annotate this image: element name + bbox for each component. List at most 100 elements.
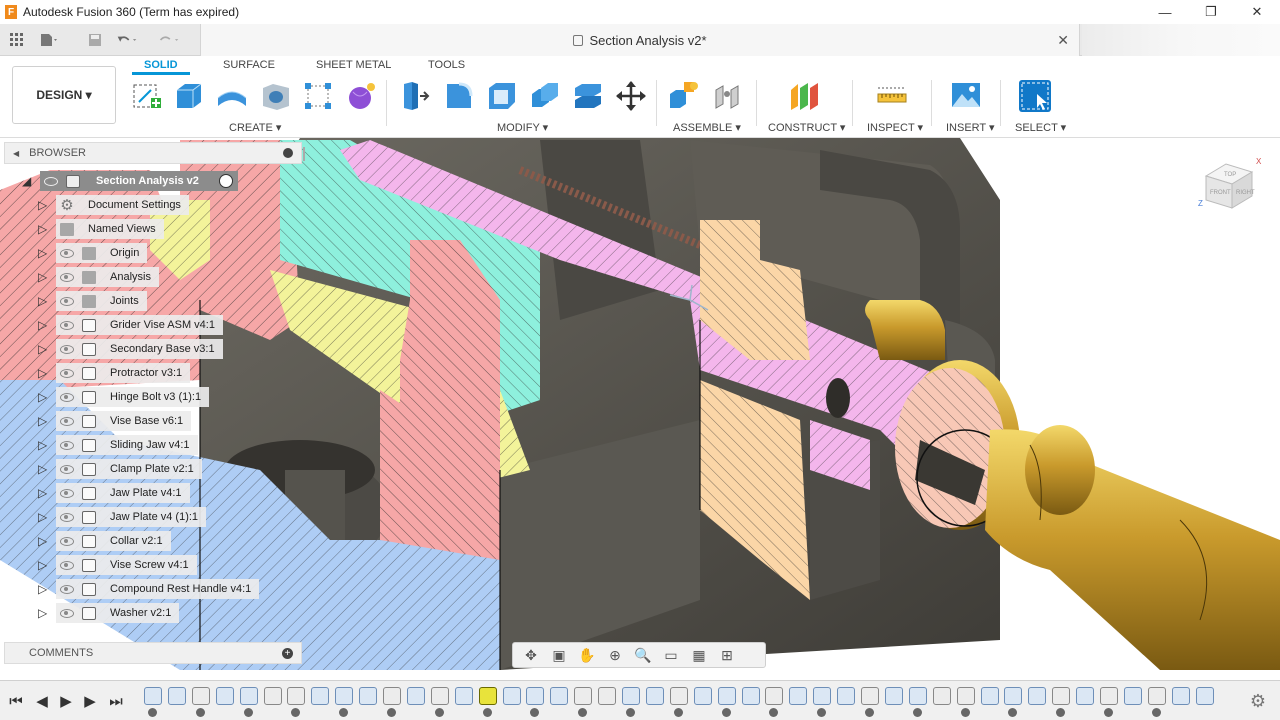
expand-arrow-icon[interactable]: ▷	[38, 606, 48, 620]
visibility-eye-icon[interactable]	[60, 584, 74, 594]
zoom-icon[interactable]: ⊕	[601, 645, 629, 665]
hole-icon[interactable]	[259, 80, 291, 112]
tree-node[interactable]: Collar v2:1	[56, 531, 171, 551]
tree-node[interactable]: ⚙ Document Settings	[56, 195, 189, 215]
tree-node[interactable]: Sliding Jaw v4:1	[56, 435, 198, 455]
expand-arrow-icon[interactable]: ▷	[38, 462, 48, 476]
timeline-feature-icon[interactable]	[741, 687, 760, 705]
timeline-feature-icon[interactable]	[574, 687, 593, 705]
visibility-eye-icon[interactable]	[60, 608, 74, 618]
pan-icon[interactable]: ✋	[573, 645, 601, 665]
expand-arrow-icon[interactable]: ▷	[38, 294, 48, 308]
expand-arrow-icon[interactable]: ▷	[38, 438, 48, 452]
insert-menu[interactable]: INSERT ▾	[946, 121, 995, 134]
timeline-feature-icon[interactable]	[383, 687, 401, 705]
timeline-feature-icon[interactable]	[454, 687, 473, 705]
timeline-feature-icon[interactable]	[239, 687, 258, 705]
tree-node[interactable]: Jaw Plate v4:1	[56, 483, 190, 503]
tree-node[interactable]: Compound Rest Handle v4:1	[56, 579, 260, 599]
fillet-icon[interactable]	[443, 80, 475, 112]
timeline-feature-icon[interactable]	[430, 687, 449, 705]
timeline-feature-icon[interactable]	[645, 687, 664, 705]
revolve-icon[interactable]	[216, 80, 248, 112]
timeline-next-button[interactable]: ▶	[80, 691, 100, 711]
inspect-menu[interactable]: INSPECT ▾	[867, 121, 923, 134]
visibility-eye-icon[interactable]	[60, 320, 74, 330]
timeline-feature-icon[interactable]	[932, 687, 951, 705]
collapse-browser-icon[interactable]	[283, 148, 293, 158]
expand-arrow-icon[interactable]: ▷	[38, 246, 48, 260]
visibility-eye-icon[interactable]	[60, 344, 74, 354]
timeline-feature-icon[interactable]	[1028, 687, 1047, 705]
visibility-eye-icon[interactable]	[60, 368, 74, 378]
timeline-feature-icon[interactable]	[980, 687, 999, 705]
timeline-feature-icon[interactable]	[167, 687, 186, 705]
expand-arrow-icon[interactable]: ▷	[38, 390, 48, 404]
timeline-feature-icon[interactable]	[1147, 687, 1166, 705]
close-tab-button[interactable]: ✕	[1057, 32, 1069, 49]
fit-icon[interactable]: 🔍	[629, 645, 657, 665]
create-sketch-icon[interactable]	[131, 80, 163, 112]
expand-arrow-icon[interactable]: ▷	[38, 534, 48, 548]
visibility-eye-icon[interactable]	[60, 248, 74, 258]
panel-resize-handle[interactable]	[303, 147, 305, 161]
expand-arrow-icon[interactable]: ▷	[38, 510, 48, 524]
expand-arrow-icon[interactable]: ▷	[38, 270, 48, 284]
timeline-feature-icon[interactable]	[837, 687, 856, 705]
expand-root-icon[interactable]: ◢	[22, 174, 32, 188]
timeline-play-button[interactable]: ▶	[56, 691, 76, 711]
close-window-button[interactable]: ✕	[1234, 0, 1280, 24]
visibility-eye-icon[interactable]	[60, 440, 74, 450]
browser-header[interactable]: ◀ BROWSER	[4, 142, 305, 164]
offset-plane-icon[interactable]	[788, 80, 820, 112]
timeline-feature-icon[interactable]	[1004, 687, 1023, 705]
tree-node[interactable]: Clamp Plate v2:1	[56, 459, 202, 479]
tree-node[interactable]: Jaw Plate v4 (1):1	[56, 507, 207, 527]
expand-arrow-icon[interactable]: ▷	[38, 558, 48, 572]
add-comment-icon[interactable]: +	[282, 648, 293, 659]
timeline-feature-icon[interactable]	[502, 687, 521, 705]
tab-tools[interactable]: TOOLS	[428, 59, 465, 71]
expand-arrow-icon[interactable]: ▷	[38, 222, 48, 236]
press-pull-icon[interactable]	[400, 80, 432, 112]
timeline-feature-icon[interactable]	[263, 687, 282, 705]
tree-node[interactable]: Hinge Bolt v3 (1):1	[56, 387, 210, 407]
tree-node[interactable]: Secondary Base v3:1	[56, 339, 223, 359]
grid-settings-icon[interactable]: ▦	[685, 645, 713, 665]
timeline-feature-icon[interactable]	[287, 687, 306, 705]
visibility-eye-icon[interactable]	[60, 560, 74, 570]
expand-arrow-icon[interactable]: ▷	[38, 342, 48, 356]
timeline-feature-icon[interactable]	[861, 687, 879, 705]
file-menu-icon[interactable]	[38, 30, 60, 50]
construct-menu[interactable]: CONSTRUCT ▾	[768, 121, 845, 134]
expand-arrow-icon[interactable]: ▷	[38, 198, 48, 212]
select-icon[interactable]	[1019, 80, 1051, 112]
visibility-eye-icon[interactable]	[44, 176, 58, 186]
tree-node[interactable]: Analysis	[56, 267, 159, 287]
tree-node[interactable]: Grider Vise ASM v4:1	[56, 315, 223, 335]
orbit-icon[interactable]: ✥	[517, 645, 545, 665]
tree-node[interactable]: Vise Base v6:1	[56, 411, 192, 431]
insert-image-icon[interactable]	[950, 80, 982, 112]
timeline-feature-icon[interactable]	[191, 687, 210, 705]
look-at-icon[interactable]: ▣	[545, 645, 573, 665]
combine-icon[interactable]	[529, 80, 561, 112]
timeline-feature-icon[interactable]	[717, 687, 736, 705]
timeline-feature-icon[interactable]	[1171, 687, 1190, 705]
tree-node[interactable]: Protractor v3:1	[56, 363, 191, 383]
tab-sheet-metal[interactable]: SHEET METAL	[316, 59, 391, 71]
timeline-feature-icon[interactable]	[478, 687, 497, 705]
create-menu[interactable]: CREATE ▾	[229, 121, 281, 134]
expand-arrow-icon[interactable]: ▷	[38, 318, 48, 332]
move-icon[interactable]	[615, 80, 647, 112]
visibility-eye-icon[interactable]	[60, 512, 74, 522]
shell-icon[interactable]	[486, 80, 518, 112]
tree-node[interactable]: Named Views	[56, 219, 164, 239]
expand-arrow-icon[interactable]: ▷	[38, 414, 48, 428]
visibility-eye-icon[interactable]	[60, 296, 74, 306]
split-body-icon[interactable]	[572, 80, 604, 112]
collapse-triangle-icon[interactable]: ◀	[13, 149, 19, 158]
tree-node[interactable]: Washer v2:1	[56, 603, 180, 623]
tree-node[interactable]: Origin	[56, 243, 148, 263]
undo-icon[interactable]	[116, 30, 138, 50]
